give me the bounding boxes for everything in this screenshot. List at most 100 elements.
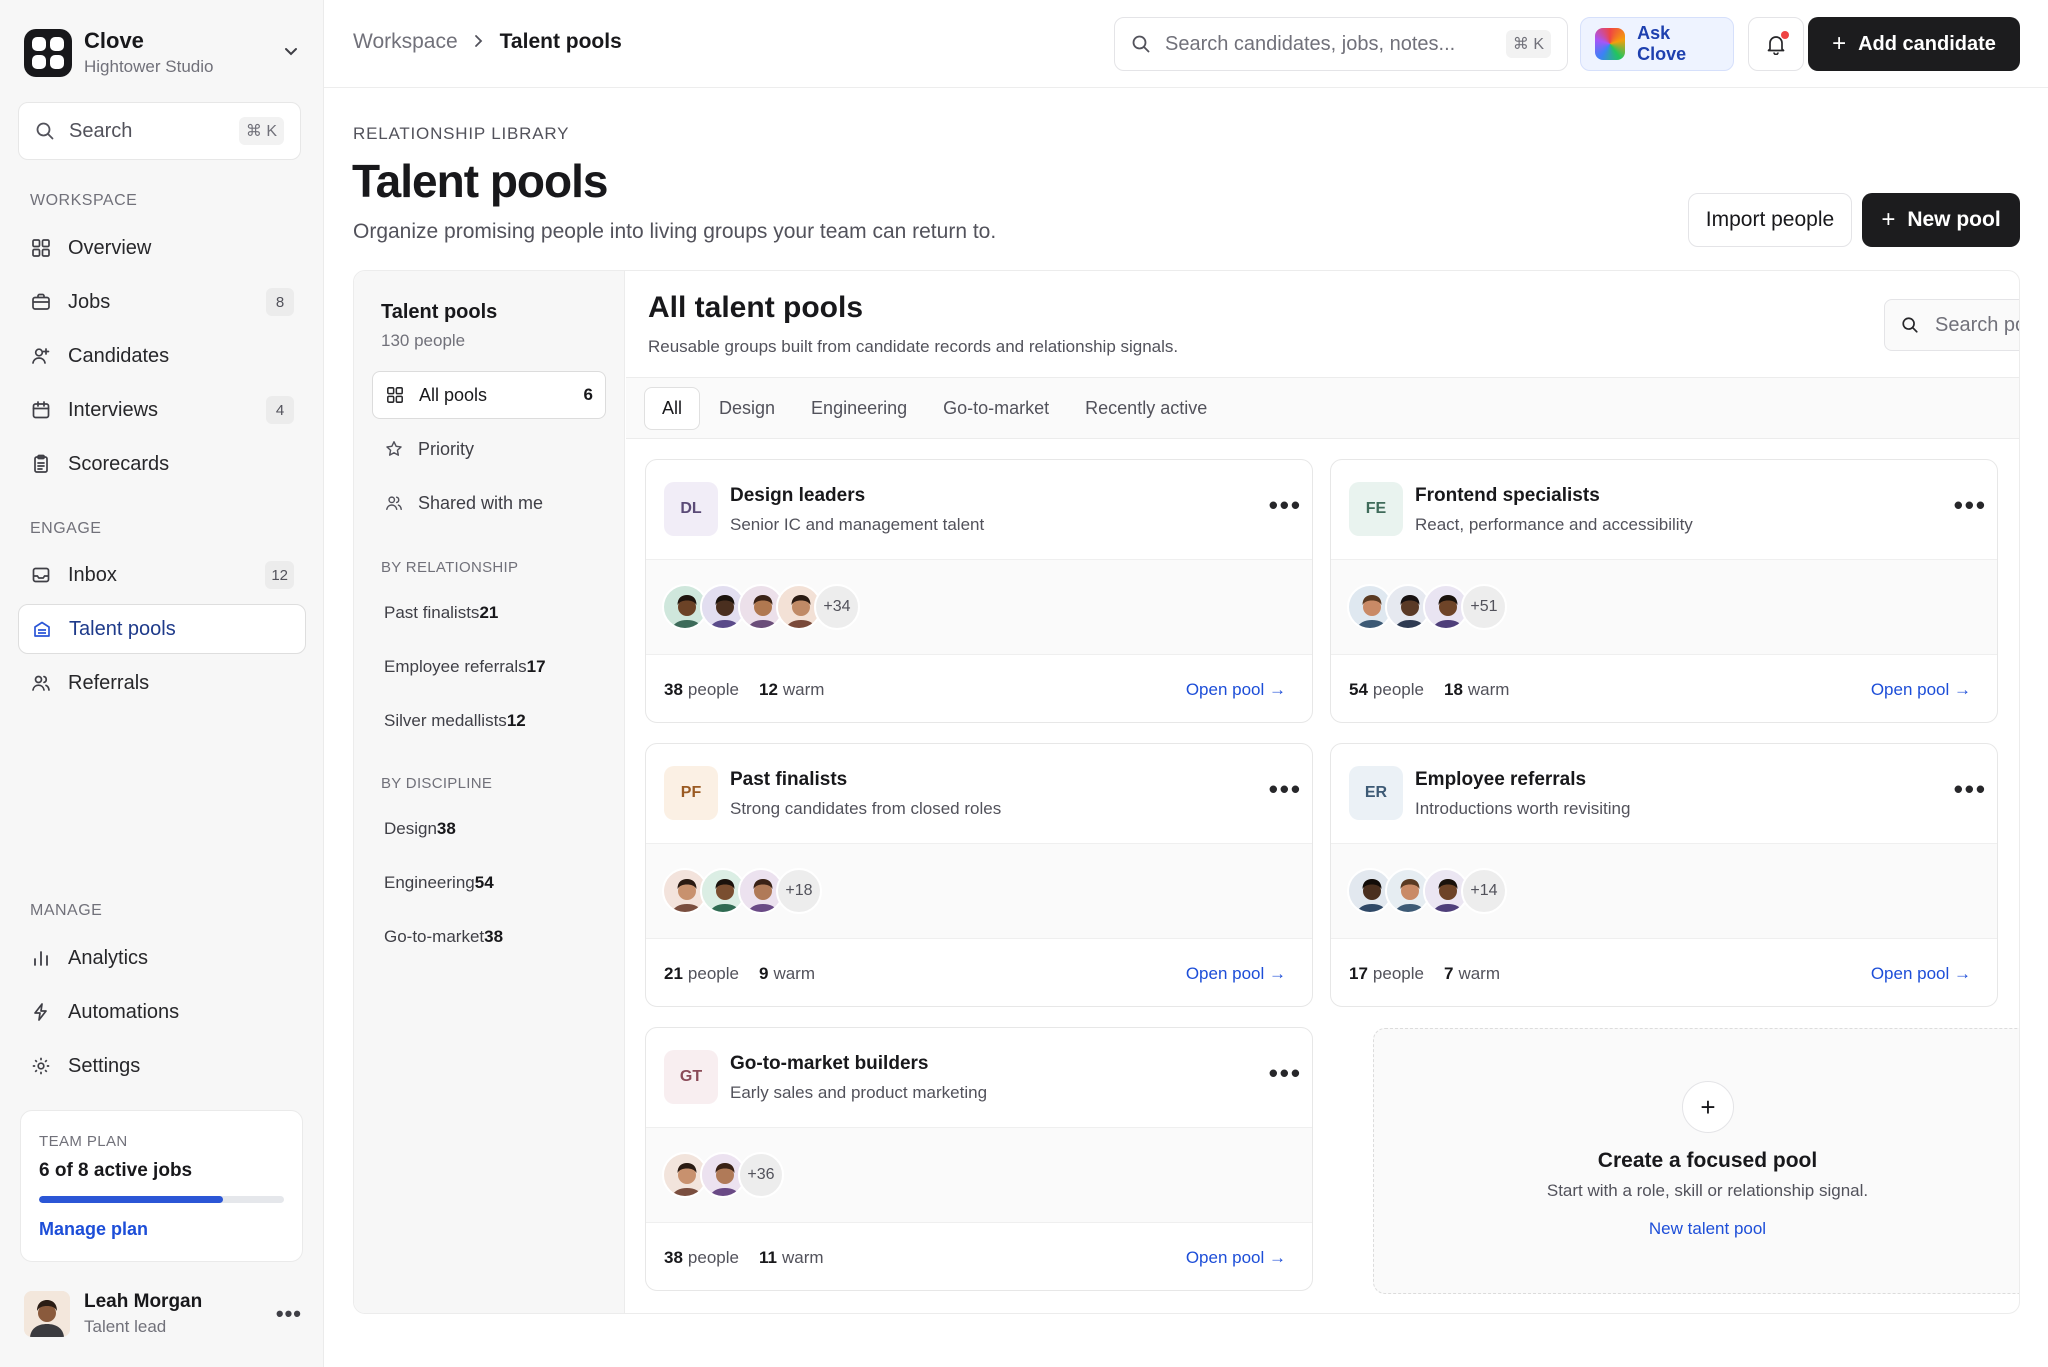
sidebar-item-label: Inbox <box>68 563 117 586</box>
sidebar-item-label: Automations <box>68 1000 180 1023</box>
people-word: people <box>1372 679 1424 699</box>
people-word: people <box>687 679 739 699</box>
plan-label: TEAM PLAN <box>39 1133 128 1150</box>
new-talent-pool-link[interactable]: New talent pool <box>1374 1219 2019 1239</box>
more-options-icon[interactable]: ••• <box>1269 490 1302 521</box>
sidebar-item-automations[interactable]: Automations <box>18 988 306 1036</box>
more-members-count: +51 <box>1461 584 1507 630</box>
pool-members: +14 <box>1331 844 1997 939</box>
count-badge: 12 <box>265 561 294 589</box>
tab-go-to-market[interactable]: Go-to-market <box>926 388 1066 429</box>
pools-subtitle: Reusable groups built from candidate rec… <box>648 337 1179 356</box>
plus-icon[interactable]: + <box>1682 1081 1734 1133</box>
import-people-button[interactable]: Import people <box>1688 193 1852 247</box>
pool-name: Frontend specialists <box>1415 485 1600 506</box>
subnav-item-count: 38 <box>484 927 504 946</box>
tab-engineering[interactable]: Engineering <box>794 388 924 429</box>
sidebar-item-label: Settings <box>68 1054 141 1077</box>
count-badge: 6 <box>583 385 593 404</box>
open-pool-link[interactable]: Open pool → <box>1186 1248 1286 1268</box>
brand-name: Clove <box>84 28 144 53</box>
more-members-count: +34 <box>814 584 860 630</box>
pool-card[interactable]: FE Frontend specialists React, performance… <box>1330 459 1998 723</box>
pool-initials-badge: GT <box>664 1050 718 1104</box>
sidebar-item-referrals[interactable]: Referrals <box>18 659 306 707</box>
create-pool-card[interactable]: + Create a focused pool Start with a rol… <box>1373 1028 2019 1294</box>
sidebar-item-label: Interviews <box>68 398 159 421</box>
pool-initials-badge: PF <box>664 766 718 820</box>
ask-clove-button[interactable]: Ask Clove <box>1580 17 1734 71</box>
pool-warm-count: 18 <box>1443 679 1463 699</box>
subnav-all-pools[interactable]: All pools 6 <box>372 371 606 419</box>
pool-card[interactable]: PF Past finalists Strong candidates from c… <box>645 743 1313 1007</box>
tab-design[interactable]: Design <box>702 388 792 429</box>
subnav-priority[interactable]: Priority <box>372 425 606 473</box>
sidebar-item-overview[interactable]: Overview <box>18 224 306 272</box>
section-workspace: WORKSPACE <box>30 192 138 209</box>
subnav-employee-referrals[interactable]: Employee referrals17 <box>384 657 546 677</box>
more-options-icon[interactable]: ••• <box>1954 774 1987 805</box>
more-options-icon[interactable]: ••• <box>1269 774 1302 805</box>
grid-icon <box>30 237 52 259</box>
subnav-silver-medallists[interactable]: Silver medallists12 <box>384 711 526 731</box>
subnav-item-label: All pools <box>419 384 488 405</box>
subnav-item-count: 54 <box>474 873 494 892</box>
manage-plan-link[interactable]: Manage plan <box>39 1219 284 1240</box>
subnav-section-discipline: BY DISCIPLINE <box>381 775 493 792</box>
sidebar-item-label: Overview <box>68 236 152 259</box>
user-profile[interactable]: Leah Morgan Talent lead ••• <box>24 1286 302 1342</box>
sidebar-item-candidates[interactable]: Candidates <box>18 332 306 380</box>
people-word: people <box>1372 963 1424 983</box>
warm-word: warm <box>1458 963 1501 983</box>
open-pool-link[interactable]: Open pool → <box>1186 964 1286 984</box>
clove-logo-icon <box>24 29 72 77</box>
subnav-section-relationship: BY RELATIONSHIP <box>381 559 519 576</box>
more-options-icon[interactable]: ••• <box>1269 1058 1302 1089</box>
notifications-button[interactable] <box>1748 17 1804 71</box>
pool-members: +18 <box>646 844 1312 939</box>
open-pool-link[interactable]: Open pool → <box>1186 680 1286 700</box>
subnav-shared-with-me[interactable]: Shared with me <box>372 479 606 527</box>
search-pools-input[interactable]: Search pools <box>1884 299 2019 351</box>
sidebar-item-talent-pools[interactable]: Talent pools <box>18 604 306 654</box>
sidebar-item-label: Candidates <box>68 344 170 367</box>
search-icon <box>1132 35 1150 53</box>
section-manage: MANAGE <box>30 902 103 919</box>
more-members-count: +36 <box>738 1152 784 1198</box>
subnav-design[interactable]: Design38 <box>384 819 456 839</box>
pool-card[interactable]: GT Go-to-market builders Early sales and p… <box>645 1027 1313 1291</box>
breadcrumb-workspace[interactable]: Workspace <box>353 30 458 54</box>
new-pool-button[interactable]: + New pool <box>1862 193 2020 247</box>
sidebar-item-settings[interactable]: Settings <box>18 1042 306 1090</box>
sidebar-item-interviews[interactable]: Interviews 4 <box>18 386 306 434</box>
open-pool-link[interactable]: Open pool → <box>1871 964 1971 984</box>
search-icon <box>36 122 54 140</box>
pool-card[interactable]: DL Design leaders Senior IC and management… <box>645 459 1313 723</box>
user-plus-icon <box>30 345 52 367</box>
open-pool-link[interactable]: Open pool → <box>1871 680 1971 700</box>
sidebar-item-scorecards[interactable]: Scorecards <box>18 440 306 488</box>
tab-all[interactable]: All <box>644 386 701 430</box>
subnav-past-finalists[interactable]: Past finalists21 <box>384 603 498 623</box>
sidebar-item-analytics[interactable]: Analytics <box>18 934 306 982</box>
subnav-go-to-market[interactable]: Go-to-market38 <box>384 927 503 947</box>
pool-people-count: 21 <box>664 963 683 983</box>
sidebar-item-inbox[interactable]: Inbox 12 <box>18 551 306 599</box>
more-options-icon[interactable]: ••• <box>276 1301 302 1327</box>
calendar-icon <box>30 399 52 421</box>
sidebar-search[interactable]: Search ⌘ K <box>18 102 301 160</box>
subnav-item-count: 12 <box>506 711 526 730</box>
global-search-input[interactable]: Search candidates, jobs, notes... ⌘ K <box>1114 17 1568 71</box>
new-pool-label: New pool <box>1907 208 2001 231</box>
subnav-item-label: Silver medallists <box>384 711 507 730</box>
pool-description: Early sales and product marketing <box>730 1083 988 1102</box>
pool-card[interactable]: ER Employee referrals Introductions worth … <box>1330 743 1998 1007</box>
sidebar-item-jobs[interactable]: Jobs 8 <box>18 278 306 326</box>
user-name: Leah Morgan <box>84 1291 203 1312</box>
pool-members: +34 <box>646 560 1312 655</box>
add-candidate-button[interactable]: + Add candidate <box>1808 17 2020 71</box>
workspace-switcher[interactable]: Clove Hightower Studio <box>24 26 302 80</box>
tab-recently-active[interactable]: Recently active <box>1068 388 1224 429</box>
subnav-engineering[interactable]: Engineering54 <box>384 873 494 893</box>
more-options-icon[interactable]: ••• <box>1954 490 1987 521</box>
